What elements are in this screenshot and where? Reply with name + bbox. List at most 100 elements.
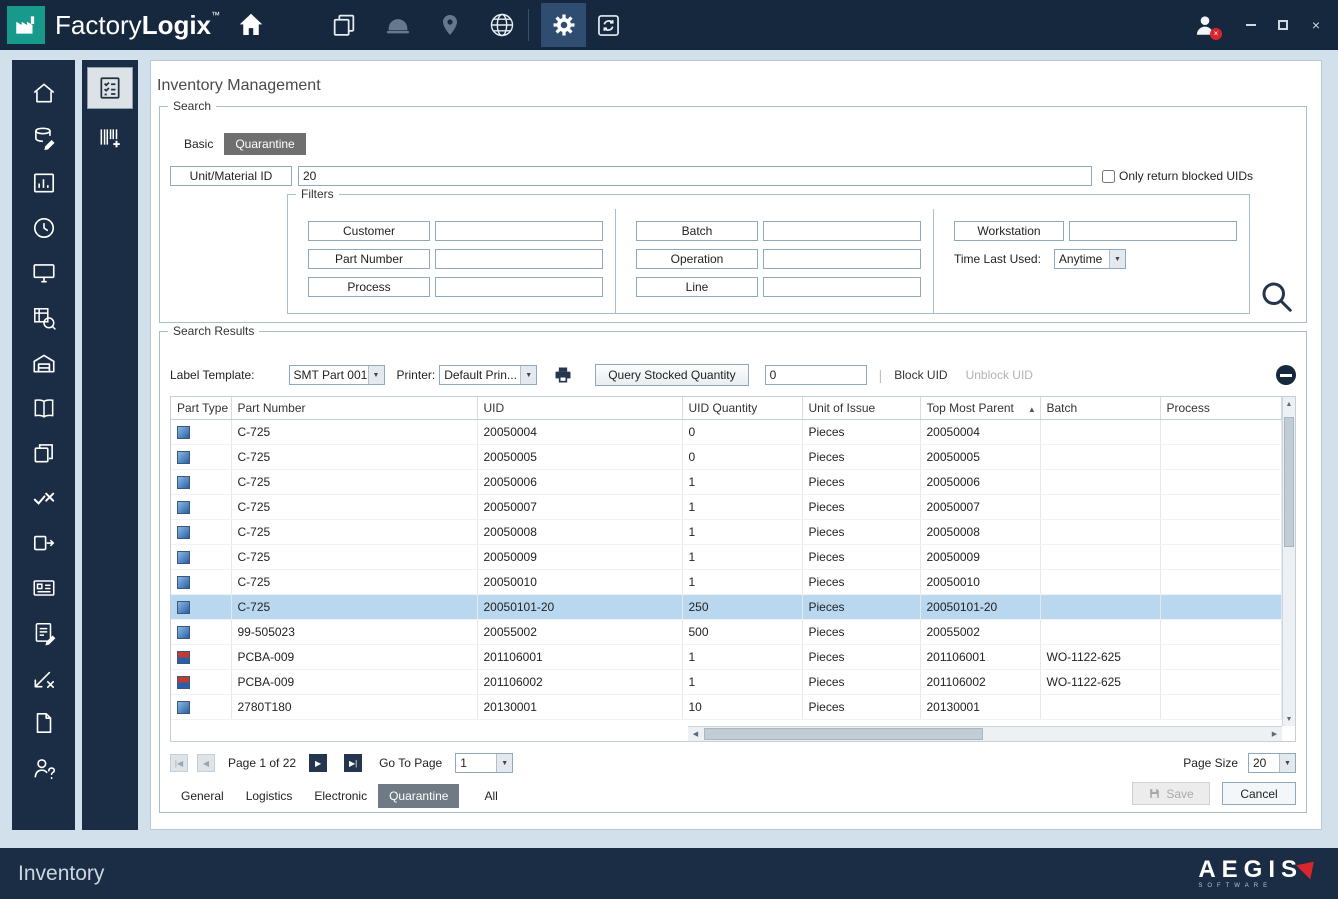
minimize-button[interactable] xyxy=(1246,24,1258,26)
printer-select[interactable]: Default Prin... ▼ xyxy=(439,365,537,385)
run-search-button[interactable] xyxy=(1258,278,1294,314)
cancel-button[interactable]: Cancel xyxy=(1222,782,1296,805)
part-number-cell: C-725 xyxy=(231,494,477,519)
table-row[interactable]: C-72520050101-20250Pieces20050101-20 xyxy=(171,594,1282,619)
stocked-quantity-input[interactable] xyxy=(765,365,867,385)
home-nav-button[interactable] xyxy=(236,10,266,40)
operation-filter-input[interactable] xyxy=(763,249,921,269)
sidebar-item-document-edit[interactable] xyxy=(12,610,75,655)
scroll-up-icon[interactable]: ▲ xyxy=(1283,397,1295,411)
table-row[interactable]: C-725200500091Pieces20050009 xyxy=(171,544,1282,569)
user-button[interactable]: × xyxy=(1192,12,1218,38)
part-type-cell xyxy=(171,469,231,494)
category-tabs: General Logistics Electronic Quarantine … xyxy=(170,784,509,808)
table-row[interactable]: C-725200500050Pieces20050005 xyxy=(171,444,1282,469)
table-row[interactable]: PCBA-0092011060021Pieces201106002WO-1122… xyxy=(171,669,1282,694)
production-button[interactable] xyxy=(384,11,412,39)
sidebar-item-data-maintenance[interactable] xyxy=(12,115,75,160)
only-blocked-checkbox[interactable] xyxy=(1102,170,1115,183)
table-row[interactable]: 99-50502320055002500Pieces20055002 xyxy=(171,619,1282,644)
sidebar-item-batch-copy[interactable] xyxy=(12,430,75,475)
unblock-uid-button[interactable]: Unblock UID xyxy=(966,368,1033,382)
col-top-most-parent[interactable]: Top Most Parent▲ xyxy=(920,397,1040,419)
sidebar-item-data-query[interactable] xyxy=(12,295,75,340)
batch-filter-row: Batch xyxy=(616,217,933,245)
prev-page-button[interactable]: ◀ xyxy=(197,754,215,772)
col-batch[interactable]: Batch xyxy=(1040,397,1160,419)
page-size-select[interactable]: 20 ▼ xyxy=(1248,753,1296,773)
sidebar-item-measurement[interactable] xyxy=(12,655,75,700)
sidebar-item-support[interactable] xyxy=(12,745,75,790)
first-page-button[interactable]: |◀ xyxy=(170,754,188,772)
col-uid-quantity[interactable]: UID Quantity xyxy=(682,397,802,419)
sidebar-item-deployment[interactable] xyxy=(12,250,75,295)
tab-basic[interactable]: Basic xyxy=(173,133,224,155)
sub-item-inventory-details[interactable] xyxy=(87,67,133,109)
sidebar-item-production-planning[interactable] xyxy=(12,160,75,205)
tab-all[interactable]: All xyxy=(473,784,508,808)
col-uid[interactable]: UID xyxy=(477,397,682,419)
results-table-wrap: Part Type Part Number UID UID Quantity U… xyxy=(170,396,1296,742)
table-row[interactable]: PCBA-0092011060011Pieces201106001WO-1122… xyxy=(171,644,1282,669)
tab-general[interactable]: General xyxy=(170,784,235,808)
maximize-button[interactable] xyxy=(1278,20,1290,30)
sync-button[interactable] xyxy=(586,3,631,47)
block-uid-button[interactable]: Block UID xyxy=(894,368,947,382)
sidebar-item-warehouse[interactable] xyxy=(12,340,75,385)
table-row[interactable]: C-725200500061Pieces20050006 xyxy=(171,469,1282,494)
goto-page-select[interactable]: 1 ▼ xyxy=(455,753,513,773)
batch-filter-input[interactable] xyxy=(763,221,921,241)
sidebar-item-id-card[interactable] xyxy=(12,565,75,610)
last-page-button[interactable]: ▶| xyxy=(344,754,362,772)
tab-quarantine[interactable]: Quarantine xyxy=(224,133,305,155)
scroll-down-icon[interactable]: ▼ xyxy=(1283,712,1295,726)
vertical-scrollbar[interactable]: ▲ ▼ xyxy=(1282,397,1295,726)
scroll-right-icon[interactable]: ▶ xyxy=(1267,727,1282,741)
table-row[interactable]: C-725200500040Pieces20050004 xyxy=(171,419,1282,444)
sidebar-item-home[interactable] xyxy=(12,70,75,115)
save-button[interactable]: Save xyxy=(1132,782,1210,805)
line-filter-input[interactable] xyxy=(763,277,921,297)
close-button[interactable]: × xyxy=(1310,18,1322,32)
process-filter-row: Process xyxy=(288,273,615,301)
query-stocked-quantity-button[interactable]: Query Stocked Quantity xyxy=(595,364,748,386)
label-template-select[interactable]: SMT Part 001 ▼ xyxy=(289,365,385,385)
table-row[interactable]: 2780T1802013000110Pieces20130001 xyxy=(171,694,1282,719)
sidebar-item-file-template[interactable] xyxy=(12,700,75,745)
time-last-used-select[interactable]: Anytime ▼ xyxy=(1054,249,1126,269)
unit-material-input[interactable] xyxy=(298,166,1092,186)
sidebar-item-history[interactable] xyxy=(12,205,75,250)
col-part-type[interactable]: Part Type xyxy=(171,397,231,419)
unit-material-label: Unit/Material ID xyxy=(170,166,292,186)
sub-item-barcode-add[interactable] xyxy=(87,116,133,158)
scroll-left-icon[interactable]: ◀ xyxy=(688,727,703,741)
vertical-scroll-thumb[interactable] xyxy=(1284,417,1294,547)
documents-button[interactable] xyxy=(330,11,358,39)
sidebar-item-validation[interactable] xyxy=(12,475,75,520)
table-row[interactable]: C-725200500081Pieces20050008 xyxy=(171,519,1282,544)
next-page-button[interactable]: ▶ xyxy=(309,754,327,772)
sidebar-item-material-transfer[interactable] xyxy=(12,520,75,565)
col-part-number[interactable]: Part Number xyxy=(231,397,477,419)
process-filter-input[interactable] xyxy=(435,277,603,297)
workstation-filter-input[interactable] xyxy=(1069,221,1237,241)
table-row[interactable]: C-725200500071Pieces20050007 xyxy=(171,494,1282,519)
chevron-down-icon: ▼ xyxy=(496,754,512,772)
horizontal-scrollbar[interactable]: ◀ ▶ xyxy=(688,726,1282,741)
block-icon[interactable] xyxy=(1276,365,1296,385)
tracking-button[interactable] xyxy=(438,11,462,39)
horizontal-scroll-thumb[interactable] xyxy=(704,728,983,740)
settings-button[interactable] xyxy=(541,3,586,47)
sidebar-item-documentation[interactable] xyxy=(12,385,75,430)
tab-electronic[interactable]: Electronic xyxy=(303,784,378,808)
brand-text: FactoryLogix™ xyxy=(55,10,220,41)
print-button[interactable] xyxy=(553,365,573,385)
col-unit-of-issue[interactable]: Unit of Issue xyxy=(802,397,920,419)
customer-filter-input[interactable] xyxy=(435,221,603,241)
col-process[interactable]: Process xyxy=(1160,397,1282,419)
tab-logistics[interactable]: Logistics xyxy=(235,784,304,808)
part-number-filter-input[interactable] xyxy=(435,249,603,269)
tab-quarantine-bottom[interactable]: Quarantine xyxy=(378,784,459,808)
table-row[interactable]: C-725200500101Pieces20050010 xyxy=(171,569,1282,594)
web-button[interactable] xyxy=(488,11,516,39)
